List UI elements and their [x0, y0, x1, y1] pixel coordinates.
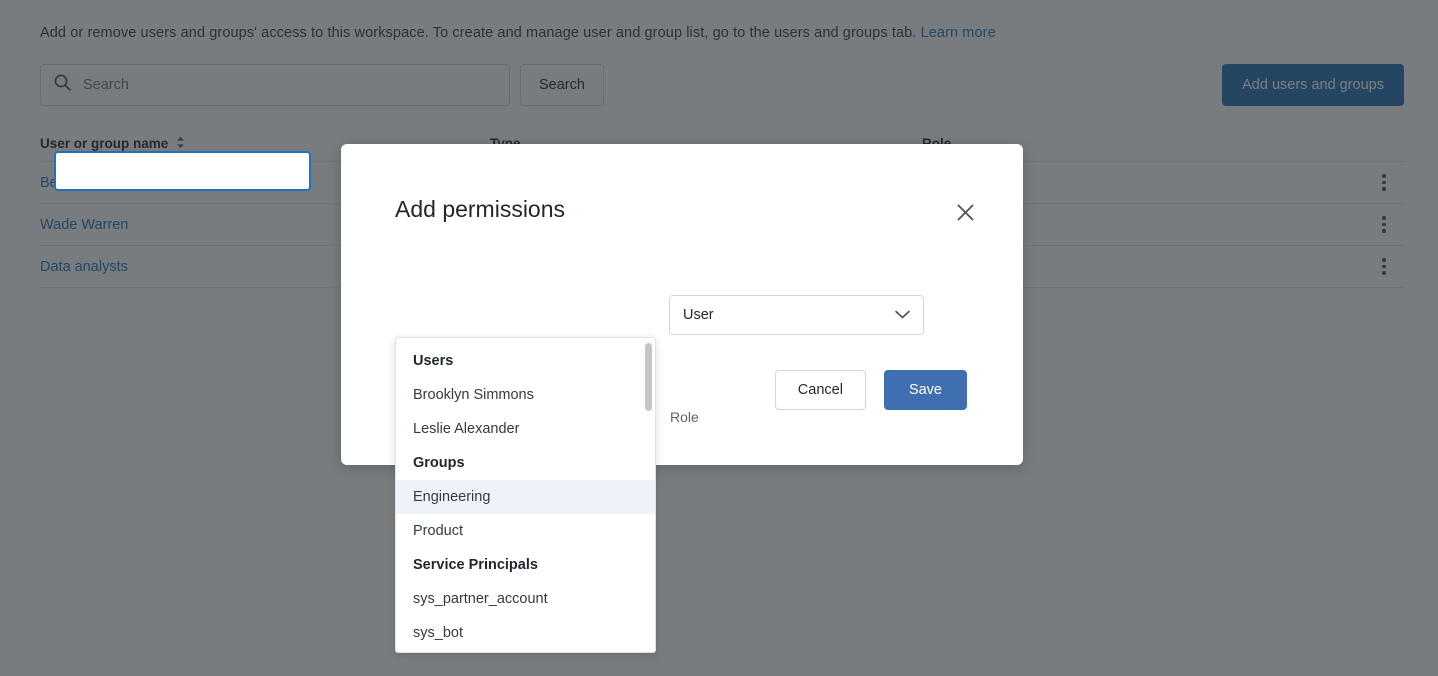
role-select[interactable]: User: [669, 295, 924, 335]
close-icon[interactable]: [953, 200, 977, 224]
suggestion-group-header: Groups: [396, 446, 655, 480]
suggestion-option[interactable]: sys_partner_account: [396, 582, 655, 616]
dropdown-scrollbar-thumb[interactable]: [645, 343, 652, 411]
suggestion-option[interactable]: Leslie Alexander: [396, 412, 655, 446]
dialog-actions: Cancel Save: [775, 370, 967, 410]
suggestion-option[interactable]: Engineering: [396, 480, 655, 514]
chevron-down-icon: [895, 307, 910, 323]
role-field-label: Role: [670, 409, 699, 425]
principal-suggestions-dropdown: UsersBrooklyn SimmonsLeslie AlexanderGro…: [395, 337, 656, 653]
principal-input[interactable]: [54, 151, 311, 191]
suggestion-option[interactable]: Product: [396, 514, 655, 548]
dialog-title: Add permissions: [395, 196, 565, 223]
suggestion-option[interactable]: Brooklyn Simmons: [396, 378, 655, 412]
save-button[interactable]: Save: [884, 370, 967, 410]
suggestion-group-header: Users: [396, 344, 655, 378]
cancel-button[interactable]: Cancel: [775, 370, 866, 410]
role-select-value: User: [683, 307, 714, 323]
suggestion-group-header: Service Principals: [396, 548, 655, 582]
suggestions-list: UsersBrooklyn SimmonsLeslie AlexanderGro…: [396, 338, 655, 652]
suggestion-option[interactable]: sys_bot: [396, 616, 655, 650]
